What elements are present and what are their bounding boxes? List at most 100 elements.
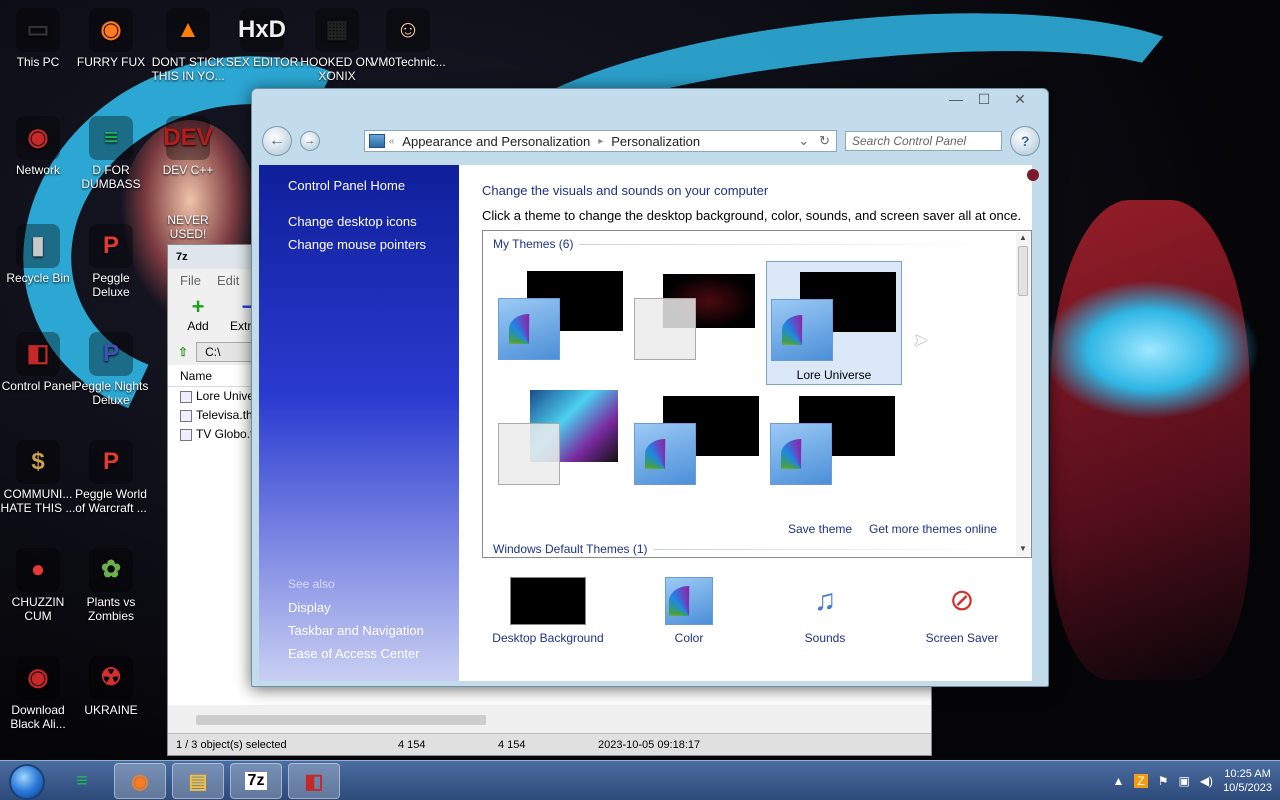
color-label: Color bbox=[674, 631, 704, 645]
desktop-app-icon: P bbox=[89, 332, 133, 376]
path-field[interactable]: C:\ bbox=[196, 342, 257, 362]
scroll-thumb[interactable] bbox=[196, 715, 486, 725]
theme-tile[interactable] bbox=[767, 383, 903, 507]
desktop-icon[interactable]: ☺ VM0Technic... bbox=[370, 8, 446, 69]
desktop-icon[interactable]: ▭ This PC bbox=[0, 8, 76, 69]
status-date: 2023-10-05 09:18:17 bbox=[598, 738, 701, 751]
help-icon[interactable]: ? bbox=[1010, 126, 1041, 156]
taskbar-control-panel-button[interactable]: ◧ bbox=[288, 763, 340, 799]
theme-name: Lore Universe bbox=[796, 368, 872, 382]
theme-tile[interactable] bbox=[631, 383, 767, 507]
scroll-down-icon[interactable]: ▼ bbox=[1019, 544, 1027, 553]
color-button[interactable]: Color bbox=[649, 577, 729, 645]
scroll-up-icon[interactable]: ▲ bbox=[1019, 233, 1027, 242]
add-button[interactable]: + Add bbox=[180, 295, 216, 335]
desktop-app-icon bbox=[166, 166, 210, 210]
volume-icon[interactable]: ◀) bbox=[1200, 774, 1213, 788]
clock[interactable]: 10:25 AM 10/5/2023 bbox=[1223, 767, 1272, 795]
desktop-icon-label: VM0Technic... bbox=[370, 55, 446, 69]
desktop-icon[interactable]: P Peggle Nights Deluxe bbox=[73, 332, 149, 407]
chevron-down-icon[interactable]: ⌄ bbox=[798, 133, 809, 149]
page-title: Change the visuals and sounds on your co… bbox=[482, 183, 769, 198]
link-display[interactable]: Display bbox=[288, 599, 424, 622]
file-icon bbox=[180, 409, 192, 422]
breadcrumb-appearance[interactable]: Appearance and Personalization bbox=[394, 134, 598, 149]
taskbar-7z-button[interactable]: 7z bbox=[230, 763, 282, 799]
scroll-thumb[interactable] bbox=[1018, 246, 1028, 296]
back-arrow-icon[interactable]: ← bbox=[262, 126, 292, 156]
menu-file[interactable]: File bbox=[180, 273, 201, 288]
theme-tile[interactable] bbox=[495, 261, 631, 385]
desktop-icon[interactable]: ◉ Download Black Ali... bbox=[0, 656, 76, 731]
theme-tile-selected[interactable]: Lore Universe bbox=[766, 261, 902, 385]
desktop-icon[interactable]: NEVER USED! bbox=[150, 166, 226, 241]
personalization-main: Change the visuals and sounds on your co… bbox=[459, 165, 1032, 681]
desktop-icon[interactable]: HxD SEX EDITOR bbox=[224, 8, 300, 69]
desktop-icon[interactable]: $ COMMUNI... HATE THIS ... bbox=[0, 440, 76, 515]
desktop-icon-label: UKRAINE bbox=[84, 703, 138, 717]
desktop-icon[interactable]: ≡ D FOR DUMBASS bbox=[73, 116, 149, 191]
theme-tile[interactable] bbox=[631, 261, 767, 385]
desktop-icon[interactable]: P Peggle Deluxe bbox=[73, 224, 149, 299]
desktop-app-icon: ◧ bbox=[16, 332, 60, 376]
network-icon[interactable]: ▣ bbox=[1178, 774, 1189, 788]
get-more-themes-link[interactable]: Get more themes online bbox=[869, 522, 997, 536]
desktop-background-button[interactable]: Desktop Background bbox=[488, 577, 608, 645]
link-change-desktop-icons[interactable]: Change desktop icons bbox=[288, 213, 459, 236]
desktop-icon[interactable]: ◉ FURRY FUX bbox=[73, 8, 149, 69]
desktop-icon[interactable]: ✿ Plants vs Zombies bbox=[73, 548, 149, 623]
theme-color-swatch bbox=[634, 423, 696, 485]
desktop-icon[interactable]: ▮ Recycle Bin bbox=[0, 224, 76, 285]
show-hidden-icons-icon[interactable]: ▲ bbox=[1112, 774, 1124, 788]
theme-tile[interactable] bbox=[495, 383, 631, 507]
taskbar-explorer-button[interactable]: ▤ bbox=[172, 763, 224, 799]
desktop-icon[interactable]: ◉ Network bbox=[0, 116, 76, 177]
minimize-button[interactable]: — bbox=[942, 89, 970, 109]
theme-color-swatch bbox=[770, 423, 832, 485]
add-icon: + bbox=[191, 294, 205, 319]
link-change-mouse-pointers[interactable]: Change mouse pointers bbox=[288, 236, 459, 259]
desktop-icon[interactable]: ☢ UKRAINE bbox=[73, 656, 149, 717]
desktop-icon[interactable]: ● CHUZZIN CUM bbox=[0, 548, 76, 623]
close-button[interactable]: ✕ bbox=[998, 89, 1042, 109]
theme-list-scrollbar[interactable]: ▲ ▼ bbox=[1016, 232, 1030, 556]
taskbar-notepad-button[interactable]: ≡ bbox=[56, 763, 108, 799]
forward-arrow-icon[interactable]: → bbox=[299, 131, 320, 151]
default-themes-header: Windows Default Themes (1) bbox=[493, 542, 993, 556]
color-fan-icon bbox=[669, 586, 709, 616]
maximize-button[interactable]: ☐ bbox=[970, 89, 998, 109]
menu-edit[interactable]: Edit bbox=[217, 273, 239, 288]
7z-icon: 7z bbox=[244, 772, 268, 790]
desktop-app-icon: DEV bbox=[163, 116, 213, 160]
file-icon bbox=[180, 428, 192, 441]
desktop-icon-label: Peggle Nights Deluxe bbox=[73, 379, 149, 407]
start-button[interactable] bbox=[9, 764, 45, 800]
desktop-icon[interactable]: P Peggle World of Warcraft ... bbox=[73, 440, 149, 515]
desktop-app-icon: ▲ bbox=[166, 8, 210, 52]
address-bar[interactable]: « Appearance and Personalization ▸ Perso… bbox=[363, 130, 837, 152]
desktop-icon[interactable]: ◧ Control Panel bbox=[0, 332, 76, 393]
folder-up-icon[interactable]: ⇧ bbox=[178, 345, 188, 359]
sounds-button[interactable]: ♫ Sounds bbox=[785, 577, 865, 645]
color-fan-icon bbox=[782, 315, 822, 345]
tray-app-icon[interactable]: Z bbox=[1134, 774, 1148, 788]
desktop-icon[interactable]: ▦ HOOKED ON XONIX bbox=[299, 8, 375, 83]
flag-icon[interactable]: ⚑ bbox=[1158, 774, 1169, 788]
link-control-panel-home[interactable]: Control Panel Home bbox=[288, 177, 459, 200]
link-taskbar-navigation[interactable]: Taskbar and Navigation bbox=[288, 622, 424, 645]
see-also-header: See also bbox=[288, 577, 335, 591]
breadcrumb-personalization[interactable]: Personalization bbox=[603, 134, 708, 149]
wallpaper-character bbox=[1050, 200, 1250, 680]
link-ease-of-access[interactable]: Ease of Access Center bbox=[288, 645, 424, 668]
desktop-app-icon: P bbox=[89, 440, 133, 484]
desktop-icon[interactable]: ▲ DONT STICK THIS IN YO... bbox=[150, 8, 226, 83]
desktop-icon-label: D FOR DUMBASS bbox=[81, 163, 141, 191]
desktop-icon-label: COMMUNI... HATE THIS ... bbox=[0, 487, 76, 515]
screen-saver-button[interactable]: ⊘ Screen Saver bbox=[922, 577, 1002, 645]
personalization-window[interactable]: — ☐ ✕ ← → « Appearance and Personalizati… bbox=[251, 88, 1049, 687]
refresh-icon[interactable]: ↻ bbox=[819, 133, 830, 149]
save-theme-link[interactable]: Save theme bbox=[788, 522, 852, 536]
taskbar-firefox-button[interactable]: ◉ bbox=[114, 763, 166, 799]
horizontal-scrollbar[interactable] bbox=[176, 713, 916, 727]
search-input[interactable]: Search Control Panel bbox=[845, 131, 1003, 151]
